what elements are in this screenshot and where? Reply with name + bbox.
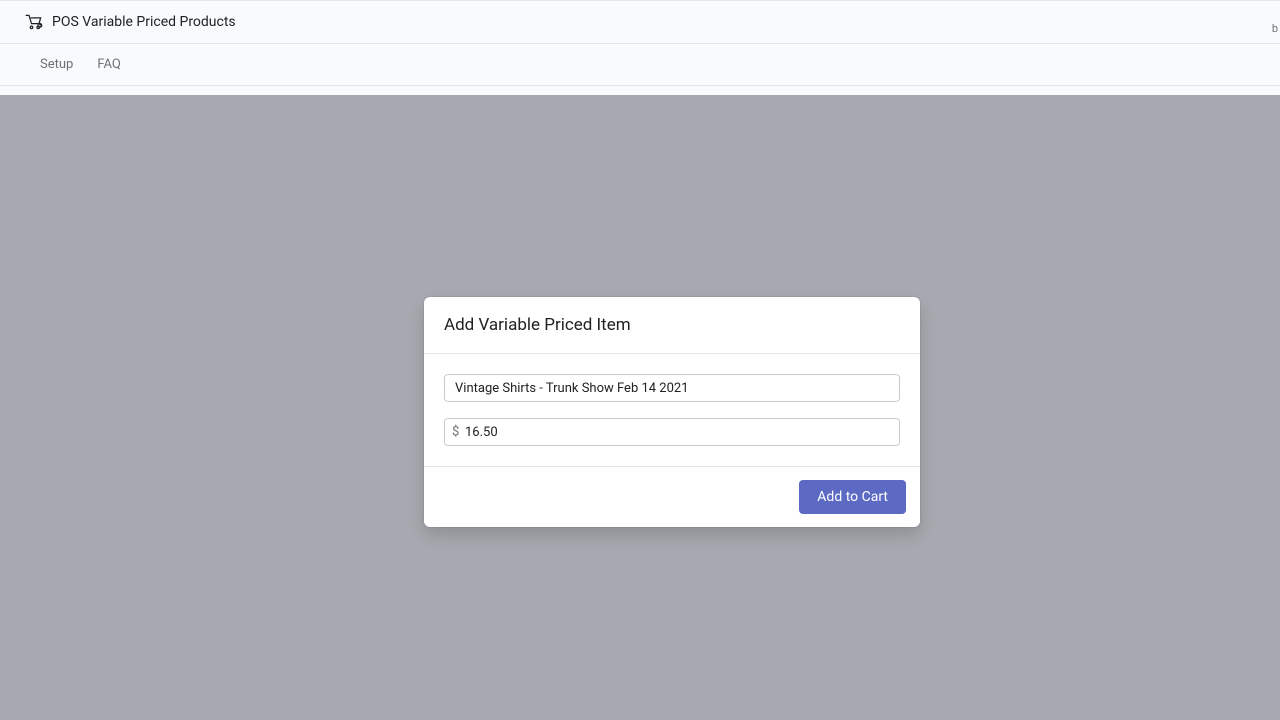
- product-name-field-wrap: [444, 374, 900, 402]
- modal-body: $: [424, 354, 920, 466]
- modal-header: Add Variable Priced Item: [424, 297, 920, 354]
- tab-faq[interactable]: FAQ: [97, 57, 120, 72]
- modal-add-variable-priced-item: Add Variable Priced Item $ Add to Cart: [424, 297, 920, 527]
- currency-symbol: $: [452, 425, 459, 440]
- price-input[interactable]: [444, 418, 900, 446]
- modal-title: Add Variable Priced Item: [444, 315, 900, 335]
- modal-footer: Add to Cart: [424, 466, 920, 527]
- app-title: POS Variable Priced Products: [52, 14, 236, 30]
- tab-setup[interactable]: Setup: [40, 57, 73, 72]
- price-field-wrap: $: [444, 418, 900, 446]
- app-header: POS Variable Priced Products: [0, 0, 1280, 44]
- header-right-char: b: [1272, 22, 1278, 35]
- app-logo-icon: [24, 13, 44, 31]
- product-name-input[interactable]: [444, 374, 900, 402]
- tabs-bar: Setup FAQ: [0, 44, 1280, 86]
- add-to-cart-button[interactable]: Add to Cart: [799, 480, 906, 514]
